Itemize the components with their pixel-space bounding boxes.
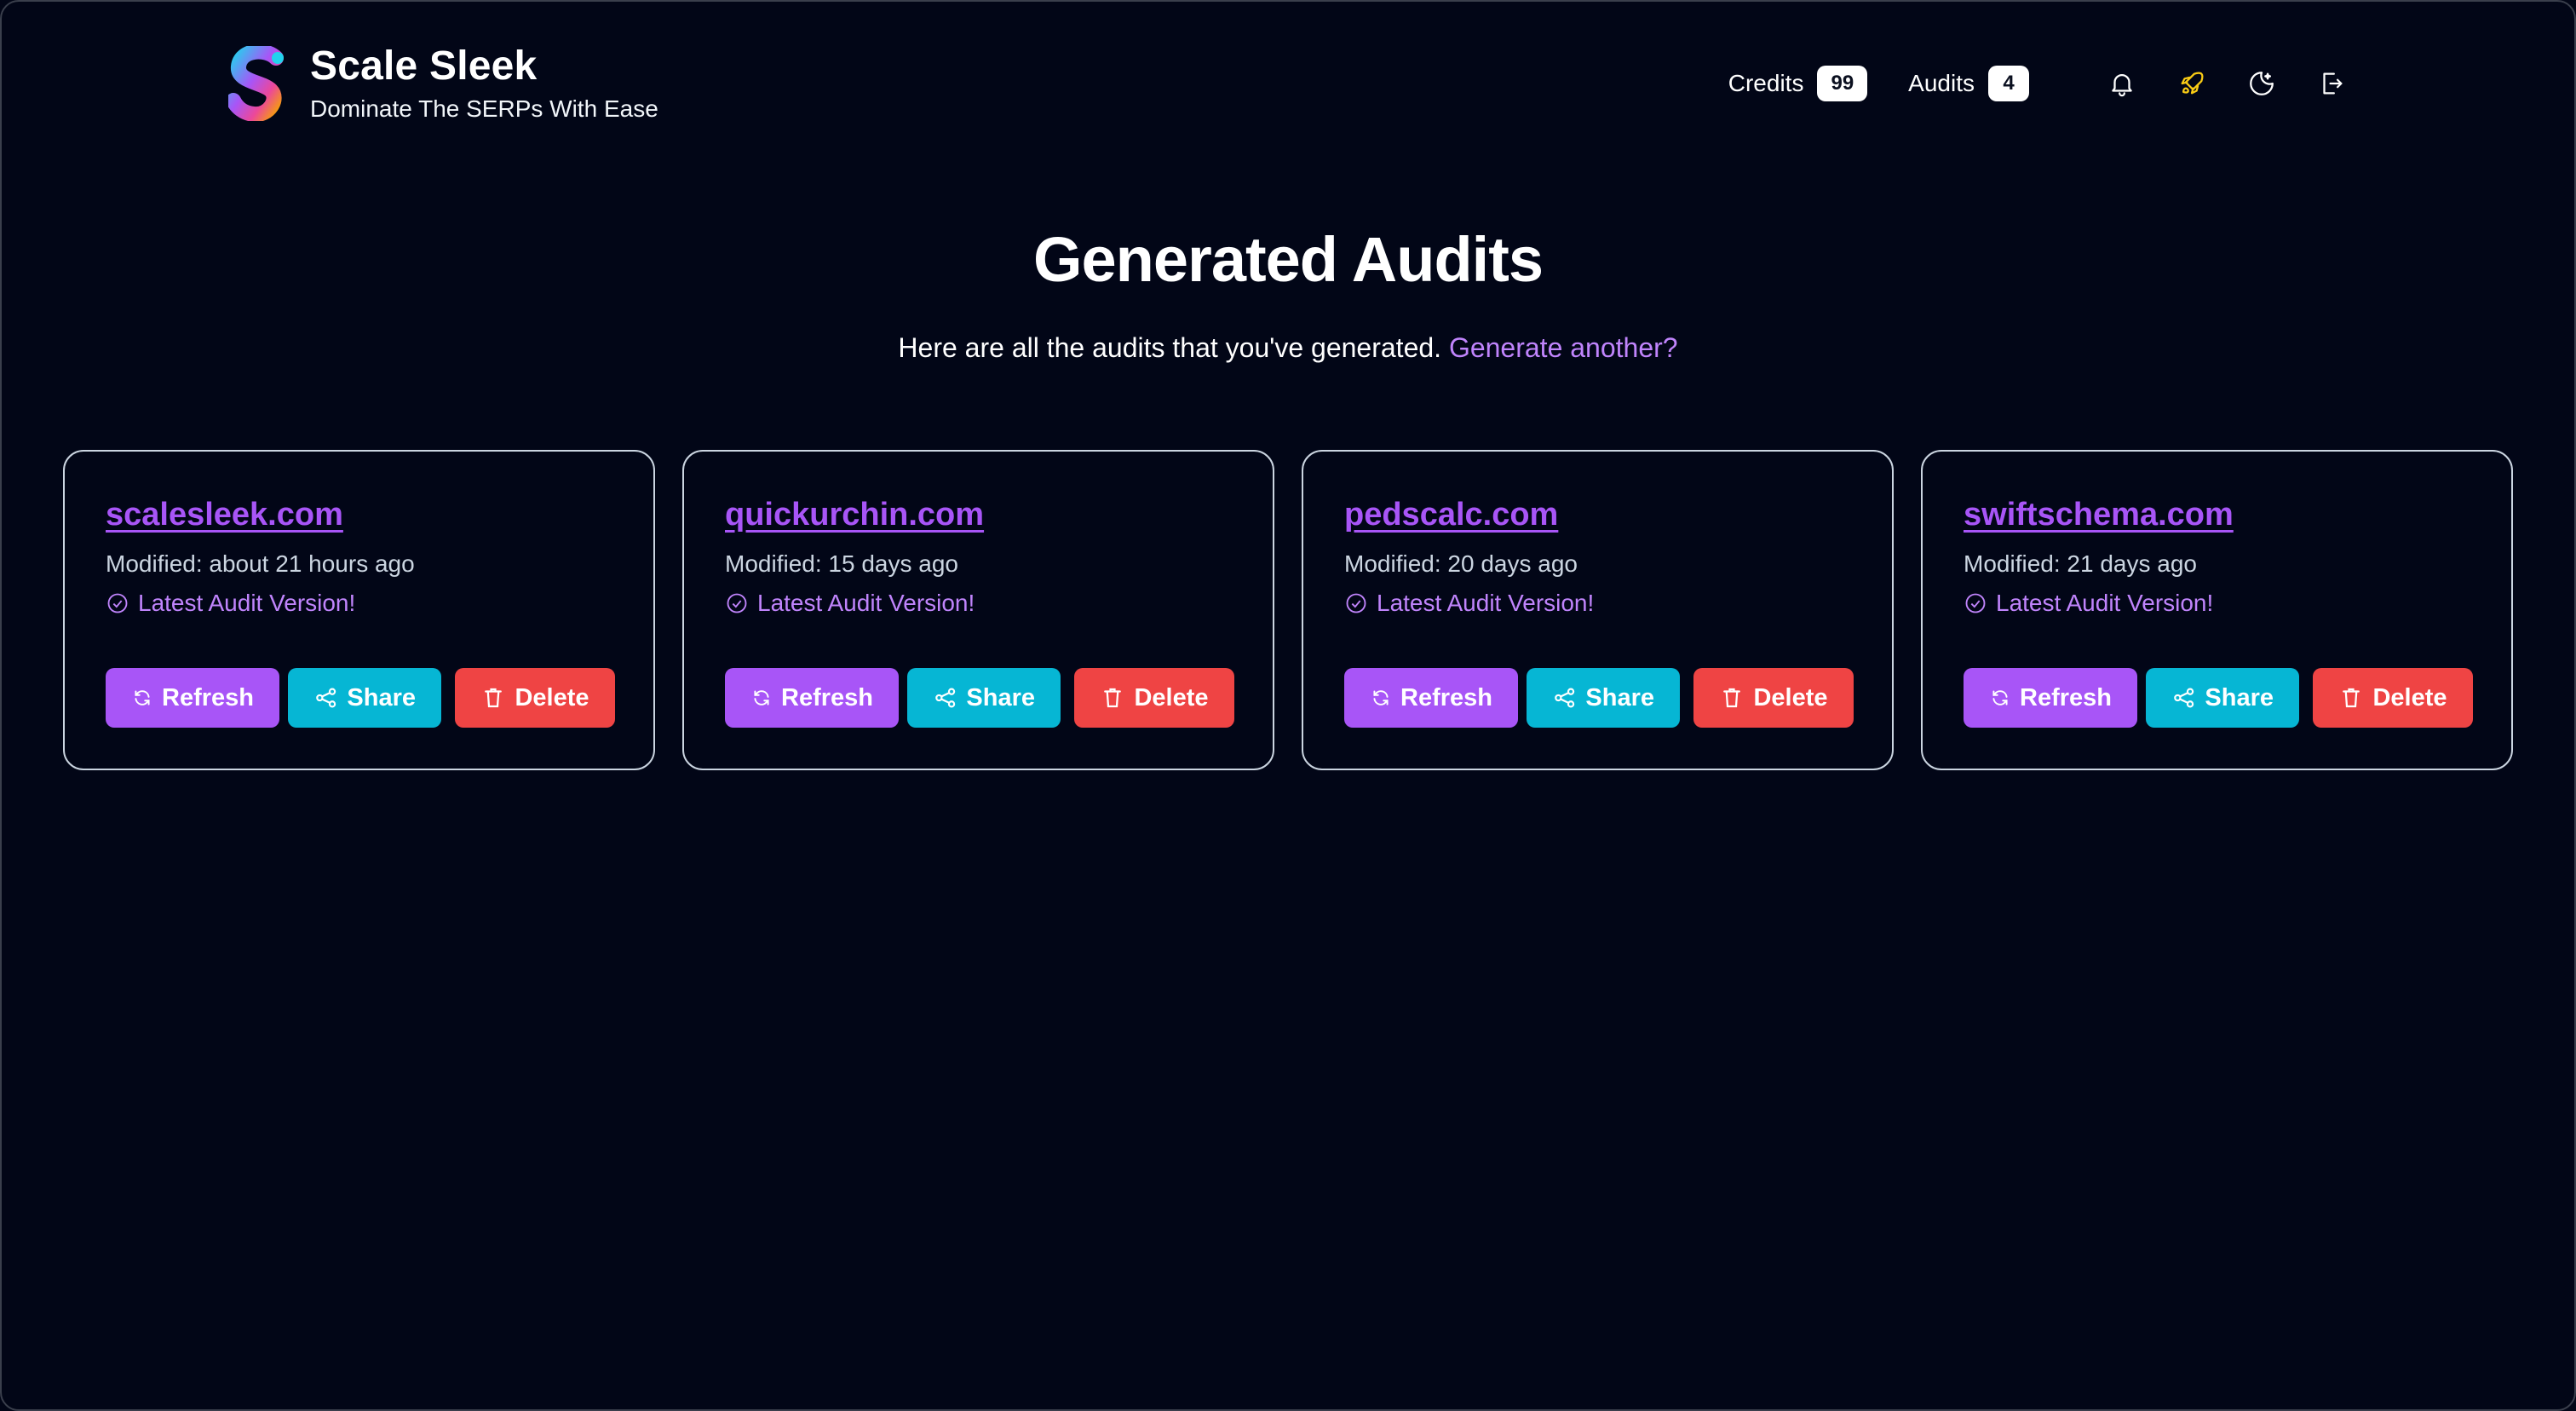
refresh-button[interactable]: Refresh: [1964, 668, 2137, 728]
brand-subtitle: Dominate The SERPs With Ease: [310, 95, 658, 122]
credits-label: Credits: [1728, 70, 1804, 96]
share-icon: [1555, 688, 1575, 708]
refresh-icon: [1373, 690, 1389, 706]
refresh-icon: [135, 690, 150, 706]
audit-status-label: Latest Audit Version!: [1996, 590, 2214, 616]
audit-status-label: Latest Audit Version!: [138, 590, 356, 616]
audit-card: scalesleek.com Modified: about 21 hours …: [63, 450, 655, 770]
audit-modified: Modified: 15 days ago: [725, 550, 958, 577]
delete-label: Delete: [515, 683, 589, 711]
brand[interactable]: Scale Sleek Dominate The SERPs With Ease: [228, 43, 658, 124]
audit-card: pedscalc.com Modified: 20 days ago Lates…: [1302, 450, 1894, 770]
logout-button[interactable]: [2314, 66, 2349, 101]
delete-label: Delete: [1753, 683, 1828, 711]
refresh-button[interactable]: Refresh: [725, 668, 899, 728]
audit-modified: Modified: about 21 hours ago: [106, 550, 415, 577]
share-label: Share: [966, 683, 1035, 711]
delete-button[interactable]: Delete: [1074, 668, 1234, 728]
audit-status: Latest Audit Version!: [725, 590, 1232, 617]
logout-icon: [2323, 72, 2343, 95]
audit-actions: Refresh Share Delete: [1344, 668, 1854, 728]
check-circle-icon: [107, 593, 128, 613]
refresh-label: Refresh: [1400, 683, 1492, 711]
share-label: Share: [1585, 683, 1654, 711]
audit-domain-link[interactable]: swiftschema.com: [1964, 494, 2234, 535]
subtitle-text: Here are all the audits that you've gene…: [898, 332, 1442, 363]
trash-icon: [2343, 688, 2360, 708]
audit-domain-link[interactable]: quickurchin.com: [725, 494, 984, 535]
credits-badge: 99: [1817, 66, 1868, 101]
audit-actions: Refresh Share Delete: [725, 668, 1234, 728]
share-button[interactable]: Share: [907, 668, 1061, 728]
audits-badge: 4: [1988, 66, 2029, 101]
top-header: Scale Sleek Dominate The SERPs With Ease…: [228, 41, 2349, 126]
bell-icon: [2112, 74, 2132, 97]
audit-actions: Refresh Share Delete: [106, 668, 615, 728]
delete-button[interactable]: Delete: [1693, 668, 1854, 728]
share-button[interactable]: Share: [2146, 668, 2299, 728]
audit-actions: Refresh Share Delete: [1964, 668, 2473, 728]
theme-toggle-button[interactable]: [2244, 66, 2280, 101]
audit-modified: Modified: 21 days ago: [1964, 550, 2197, 577]
audit-card: swiftschema.com Modified: 21 days ago La…: [1921, 450, 2513, 770]
page-title: Generated Audits: [1032, 224, 1544, 295]
share-button[interactable]: Share: [1527, 668, 1680, 728]
audit-card: quickurchin.com Modified: 15 days ago La…: [682, 450, 1274, 770]
audit-domain-link[interactable]: scalesleek.com: [106, 494, 343, 535]
delete-label: Delete: [2372, 683, 2447, 711]
share-label: Share: [347, 683, 416, 711]
generate-another-link[interactable]: Generate another?: [1449, 332, 1678, 363]
audit-cards: scalesleek.com Modified: about 21 hours …: [63, 450, 2513, 770]
check-circle-icon: [1965, 593, 1986, 613]
audit-modified: Modified: 20 days ago: [1344, 550, 1578, 577]
header-nav: Credits 99 Audits 4: [1728, 66, 2349, 101]
delete-label: Delete: [1134, 683, 1209, 711]
brand-title: Scale Sleek: [310, 43, 538, 89]
rocket-icon: [2181, 72, 2204, 95]
share-icon: [2174, 688, 2194, 708]
refresh-button[interactable]: Refresh: [106, 668, 279, 728]
logo-icon: [228, 46, 284, 121]
trash-icon: [1723, 688, 1741, 708]
credits-counter: Credits 99: [1728, 66, 1868, 101]
page-subtitle: Here are all the audits that you've gene…: [0, 332, 2576, 364]
share-icon: [935, 688, 956, 708]
refresh-label: Refresh: [781, 683, 873, 711]
upgrade-button[interactable]: [2174, 66, 2210, 101]
trash-icon: [485, 688, 503, 708]
share-button[interactable]: Share: [288, 668, 441, 728]
refresh-button[interactable]: Refresh: [1344, 668, 1518, 728]
delete-button[interactable]: Delete: [455, 668, 615, 728]
trash-icon: [1104, 688, 1122, 708]
audit-status: Latest Audit Version!: [1344, 590, 1851, 617]
audit-status-label: Latest Audit Version!: [757, 590, 975, 616]
audit-status: Latest Audit Version!: [106, 590, 612, 617]
refresh-label: Refresh: [2020, 683, 2112, 711]
audit-status: Latest Audit Version!: [1964, 590, 2470, 617]
delete-button[interactable]: Delete: [2313, 668, 2473, 728]
check-circle-icon: [1346, 593, 1366, 613]
theme-toggle-icon: [2250, 72, 2274, 95]
share-icon: [316, 688, 336, 708]
audits-counter: Audits 4: [1908, 66, 2029, 101]
share-label: Share: [2205, 683, 2274, 711]
notifications-button[interactable]: [2104, 66, 2140, 101]
check-circle-icon: [727, 593, 747, 613]
audit-domain-link[interactable]: pedscalc.com: [1344, 494, 1558, 535]
refresh-icon: [1992, 690, 2008, 706]
refresh-label: Refresh: [162, 683, 254, 711]
refresh-icon: [754, 690, 769, 706]
audit-status-label: Latest Audit Version!: [1377, 590, 1595, 616]
audits-label: Audits: [1908, 70, 1975, 96]
